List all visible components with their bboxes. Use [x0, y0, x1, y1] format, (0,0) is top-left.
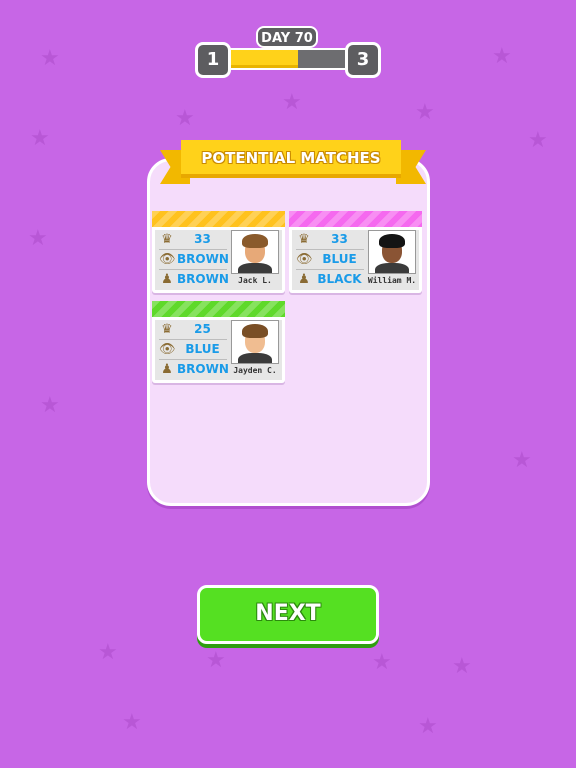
card-body: ♛ 25 👁 BLUE ♟ BROWN Jayden C.	[155, 320, 282, 380]
avatar-hair	[379, 234, 405, 248]
hair-row: ♟ BLACK	[292, 270, 365, 290]
eyes-row: 👁 BROWN	[155, 250, 229, 270]
avatar-hair	[242, 234, 268, 248]
avatar-hair	[242, 324, 268, 338]
card-body: ♛ 33 👁 BLUE ♟ BLACK William M.	[292, 230, 419, 290]
hair-icon: ♟	[298, 272, 310, 287]
next-level: 3	[345, 42, 381, 78]
age-row: ♛ 33	[155, 230, 228, 250]
avatar	[231, 320, 279, 364]
age-row: ♛ 33	[292, 230, 365, 250]
hair-row: ♟ BROWN	[155, 270, 229, 290]
current-level: 1	[195, 42, 231, 78]
age-value: 33	[331, 232, 348, 246]
panel-title: POTENTIAL MATCHES	[181, 140, 401, 178]
star-decoration-icon: ★	[418, 714, 438, 739]
match-name: Jack L.	[238, 276, 272, 285]
progress-bar-fill	[225, 50, 299, 68]
match-card[interactable]: ♛ 25 👁 BLUE ♟ BROWN Jayden C.	[152, 301, 285, 383]
hair-value: BROWN	[177, 362, 229, 376]
star-decoration-icon: ★	[28, 226, 48, 251]
star-decoration-icon: ★	[122, 710, 142, 735]
card-body: ♛ 33 👁 BROWN ♟ BROWN Jack L.	[155, 230, 282, 290]
star-decoration-icon: ★	[528, 128, 548, 153]
eyes-value: BLUE	[322, 252, 357, 266]
card-color-strip	[152, 301, 285, 317]
match-card[interactable]: ♛ 33 👁 BROWN ♟ BROWN Jack L.	[152, 211, 285, 293]
star-decoration-icon: ★	[372, 650, 392, 675]
avatar-shirt	[238, 263, 272, 273]
cake-icon: ♛	[161, 232, 173, 247]
eye-icon: 👁	[159, 342, 176, 357]
match-name: William M.	[367, 276, 417, 285]
card-color-strip	[152, 211, 285, 227]
age-value: 33	[194, 232, 211, 246]
star-decoration-icon: ★	[175, 106, 195, 131]
star-decoration-icon: ★	[492, 44, 512, 69]
hair-value: BROWN	[177, 272, 229, 286]
day-progress: DAY 70 1 3	[195, 26, 381, 80]
hair-value: BLACK	[317, 272, 362, 286]
age-row: ♛ 25	[155, 320, 228, 340]
hair-icon: ♟	[161, 272, 173, 287]
eye-icon: 👁	[296, 252, 313, 267]
cake-icon: ♛	[161, 322, 173, 337]
match-name: Jayden C.	[233, 366, 277, 375]
star-decoration-icon: ★	[40, 393, 60, 418]
cake-icon: ♛	[298, 232, 310, 247]
star-decoration-icon: ★	[282, 90, 302, 115]
next-button[interactable]: NEXT	[197, 585, 379, 644]
match-card[interactable]: ♛ 33 👁 BLUE ♟ BLACK William M.	[289, 211, 422, 293]
avatar	[368, 230, 416, 274]
avatar	[231, 230, 279, 274]
card-color-strip	[289, 211, 422, 227]
star-decoration-icon: ★	[40, 46, 60, 71]
star-decoration-icon: ★	[98, 640, 118, 665]
hair-icon: ♟	[161, 362, 173, 377]
star-decoration-icon: ★	[512, 448, 532, 473]
day-label: DAY 70	[256, 26, 318, 48]
star-decoration-icon: ★	[415, 100, 435, 125]
age-value: 25	[194, 322, 211, 336]
progress-bar	[223, 48, 349, 70]
star-decoration-icon: ★	[30, 126, 50, 151]
eyes-value: BLUE	[185, 342, 220, 356]
avatar-shirt	[375, 263, 409, 273]
eyes-row: 👁 BLUE	[155, 340, 228, 360]
hair-row: ♟ BROWN	[155, 360, 229, 380]
eyes-value: BROWN	[177, 252, 229, 266]
star-decoration-icon: ★	[206, 648, 226, 673]
eye-icon: 👁	[159, 252, 176, 267]
star-decoration-icon: ★	[452, 654, 472, 679]
avatar-shirt	[238, 353, 272, 363]
eyes-row: 👁 BLUE	[292, 250, 365, 270]
